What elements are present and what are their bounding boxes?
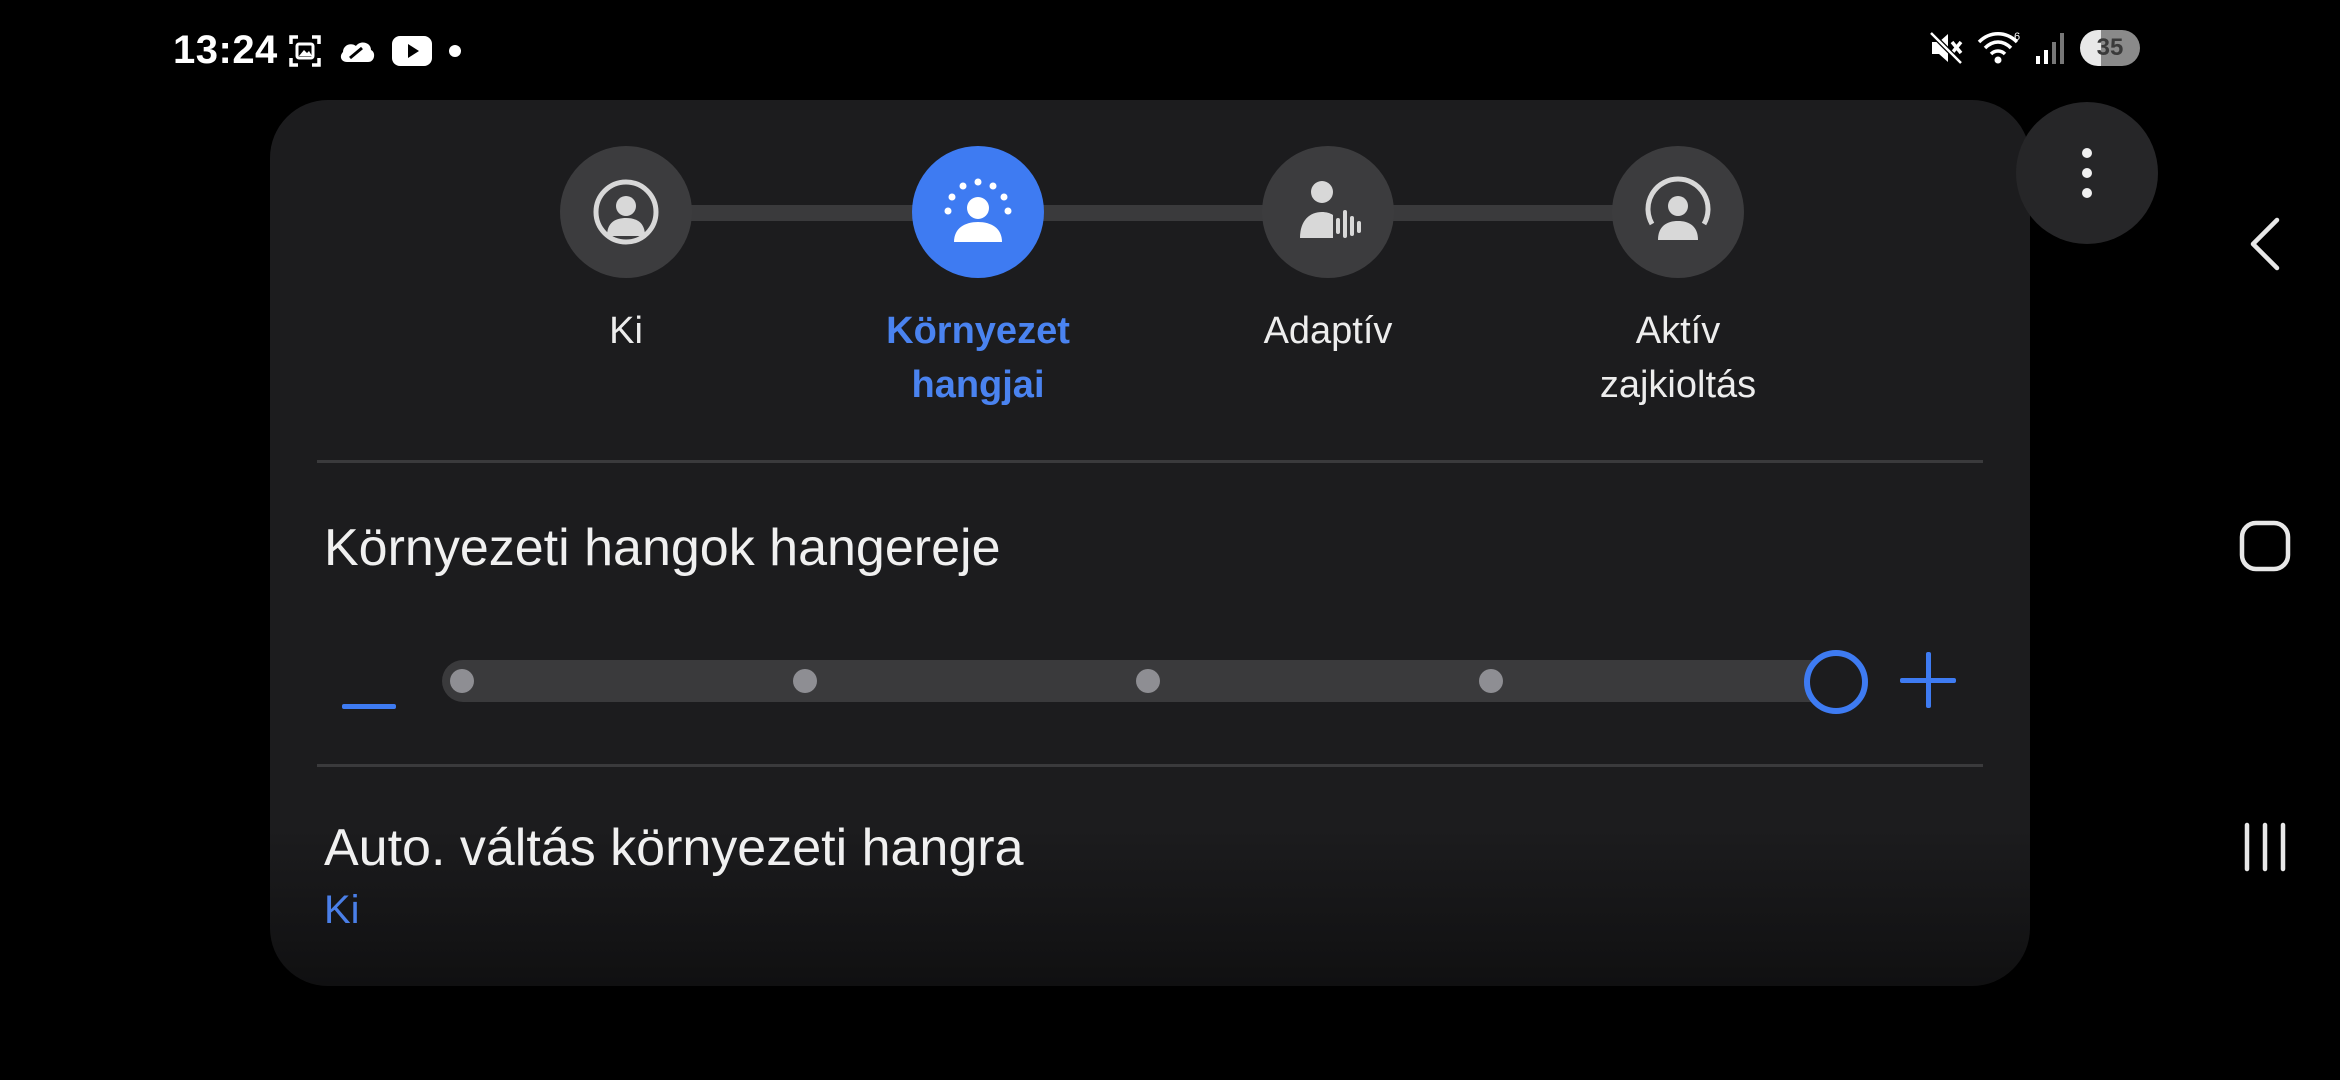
notification-dot-icon xyxy=(449,45,461,57)
auto-switch-value: Ki xyxy=(324,888,360,932)
more-dot xyxy=(2082,148,2092,158)
cloud-icon xyxy=(340,42,375,62)
volume-decrease-button[interactable] xyxy=(342,678,398,734)
volume-increase-button[interactable] xyxy=(1900,652,1958,710)
more-options-button[interactable] xyxy=(2016,102,2158,244)
divider-bottom xyxy=(317,764,1983,767)
slider-tick xyxy=(1136,669,1160,693)
home-icon xyxy=(2239,520,2291,572)
mode-ambient-label: Környezet hangjai xyxy=(886,310,1070,406)
mode-off-button[interactable] xyxy=(560,146,692,278)
more-dot xyxy=(2082,188,2092,198)
svg-text:6: 6 xyxy=(2014,31,2020,43)
mode-adaptive-button[interactable] xyxy=(1262,146,1394,278)
nav-home-button[interactable] xyxy=(2230,520,2300,572)
more-dot xyxy=(2082,168,2092,178)
screen: 13:24 6 35 Ki Környezet hangjai Adaptív … xyxy=(0,0,2340,1080)
mode-adaptive-label: Adaptív xyxy=(1263,310,1393,352)
mode-adaptive[interactable]: Adaptív xyxy=(1198,146,1458,358)
ambient-volume-slider[interactable] xyxy=(442,660,1842,702)
mode-anc-button[interactable] xyxy=(1612,146,1744,278)
battery-indicator: 35 xyxy=(2080,30,2140,66)
slider-tick xyxy=(793,669,817,693)
wifi-icon: 6 xyxy=(1977,31,2020,64)
status-bar: 13:24 6 35 xyxy=(0,0,2340,100)
mode-ambient[interactable]: Környezet hangjai xyxy=(848,146,1108,412)
mode-connector-line xyxy=(628,205,1678,221)
mute-icon xyxy=(1929,31,1963,65)
mode-anc-label: Aktív zajkioltás xyxy=(1599,310,1757,406)
slider-thumb[interactable] xyxy=(1804,650,1868,714)
mode-off[interactable]: Ki xyxy=(496,146,756,358)
anc-person-icon xyxy=(1645,176,1711,240)
back-icon xyxy=(2250,217,2280,271)
status-time: 13:24 xyxy=(173,28,278,72)
adaptive-person-icon xyxy=(1300,181,1361,238)
nav-back-button[interactable] xyxy=(2230,216,2300,272)
signal-icon xyxy=(2036,33,2064,64)
slider-tick xyxy=(450,669,474,693)
youtube-icon xyxy=(392,36,432,66)
noise-control-panel: Ki Környezet hangjai Adaptív Aktív zajki… xyxy=(270,100,2030,986)
ambient-volume-title: Környezeti hangok hangereje xyxy=(324,519,1001,577)
mode-off-label: Ki xyxy=(609,310,643,352)
mode-anc[interactable]: Aktív zajkioltás xyxy=(1548,146,1808,412)
status-icons-left xyxy=(288,34,462,68)
recents-icon xyxy=(2244,822,2286,872)
status-icons-right: 6 35 xyxy=(1928,30,2140,66)
ambient-person-icon xyxy=(944,178,1012,242)
screenshot-icon xyxy=(289,35,321,67)
auto-switch-title[interactable]: Auto. váltás környezeti hangra xyxy=(324,818,1024,878)
slider-tick xyxy=(1479,669,1503,693)
nav-recents-button[interactable] xyxy=(2230,822,2300,872)
mode-ambient-button[interactable] xyxy=(912,146,1044,278)
divider-top xyxy=(317,460,1983,463)
person-icon xyxy=(593,179,659,245)
